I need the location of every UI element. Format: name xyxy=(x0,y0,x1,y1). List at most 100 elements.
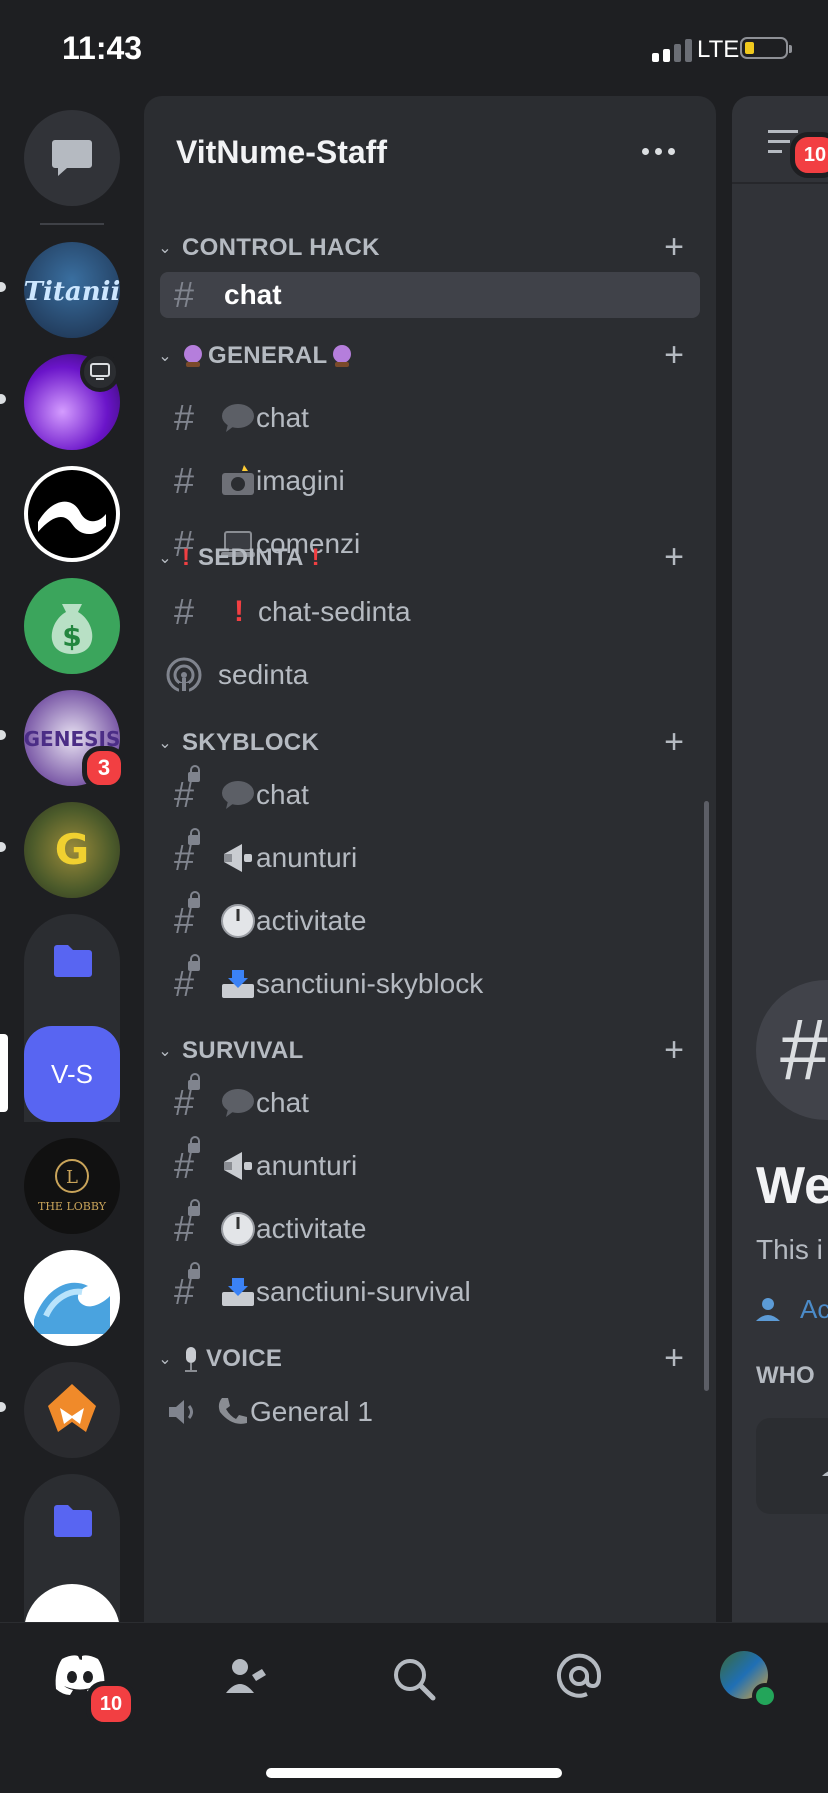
clock: 11:43 xyxy=(62,30,143,66)
server-gaming[interactable]: G xyxy=(24,802,120,898)
locked-hashtag-icon: # xyxy=(160,1136,208,1187)
private-channel-item[interactable]: # anunturi xyxy=(160,1136,700,1194)
server-pixel-wave[interactable] xyxy=(24,1250,120,1346)
speech-bubble-icon xyxy=(222,404,254,432)
channel-item[interactable]: # chat xyxy=(160,390,700,446)
add-channel-icon[interactable]: + xyxy=(654,723,694,763)
svg-text:L: L xyxy=(66,1167,78,1188)
stage-channel-item[interactable]: sedinta xyxy=(160,647,700,703)
search-tab[interactable] xyxy=(392,1657,436,1706)
members-icon xyxy=(822,1471,828,1476)
stopwatch-icon xyxy=(221,904,255,938)
category-label: GENERAL xyxy=(208,342,328,369)
private-channel-item[interactable]: # anunturi xyxy=(160,828,700,886)
more-options-icon[interactable] xyxy=(642,148,675,155)
voice-channel-item[interactable]: General 1 xyxy=(160,1384,700,1440)
private-channel-item[interactable]: # sanctiuni-survival xyxy=(160,1262,700,1320)
chat-bubble-icon xyxy=(52,140,92,176)
category-control-hack[interactable]: ⌄ CONTROL HACK + xyxy=(154,228,694,268)
megaphone-icon xyxy=(224,844,252,872)
hashtag-icon: # xyxy=(173,591,195,632)
pixel-wave-logo xyxy=(34,1282,110,1334)
add-channel-icon[interactable]: + xyxy=(654,538,694,578)
home-badge: 10 xyxy=(86,1681,136,1727)
unread-dot xyxy=(0,282,6,292)
friends-tab[interactable] xyxy=(224,1657,268,1702)
channel-name: chat xyxy=(256,1087,309,1118)
folder-icon xyxy=(52,944,94,983)
exclamation-icon: ! xyxy=(311,544,320,571)
channel-item[interactable]: # imagini xyxy=(160,453,700,509)
add-channel-icon[interactable]: + xyxy=(654,228,694,268)
header-divider xyxy=(732,182,828,184)
folder-icon xyxy=(52,1504,94,1543)
category-skyblock[interactable]: ⌄ SKYBLOCK + xyxy=(154,723,694,763)
category-survival[interactable]: ⌄ SURVIVAL + xyxy=(154,1031,694,1071)
notification-badge: 10 xyxy=(790,132,828,178)
server-titanii[interactable]: Titanii xyxy=(24,242,120,338)
channel-hashtag-icon: # xyxy=(756,980,828,1120)
category-label: SEDINTA xyxy=(198,544,304,571)
channel-chat-selected[interactable]: # chat xyxy=(160,272,700,318)
channel-name: activitate xyxy=(256,905,367,936)
add-member-icon xyxy=(756,1297,780,1321)
camera-flash-icon xyxy=(222,465,254,495)
status-bar: 11:43 LTE xyxy=(0,0,828,96)
unread-dot xyxy=(0,394,6,404)
server-vs-label: V-S xyxy=(51,1058,93,1089)
private-channel-item[interactable]: # chat xyxy=(160,765,700,823)
chat-panel-peek: 10 # We This i Ac WHO xyxy=(732,96,828,1622)
channel-name: sedinta xyxy=(218,659,309,690)
add-members-link[interactable]: Ac xyxy=(756,1294,828,1325)
server-money-bag[interactable]: $ xyxy=(24,578,120,674)
locked-hashtag-icon: # xyxy=(160,954,208,1005)
private-channel-item[interactable]: # activitate xyxy=(160,1199,700,1257)
private-channel-item[interactable]: # sanctiuni-skyblock xyxy=(160,954,700,1012)
channel-name: sanctiuni-survival xyxy=(256,1276,471,1307)
locked-hashtag-icon: # xyxy=(160,891,208,942)
add-channel-icon[interactable]: + xyxy=(654,336,694,376)
channel-name: chat xyxy=(224,279,282,310)
desktop-status-icon xyxy=(80,352,120,392)
direct-messages-button[interactable] xyxy=(24,110,120,206)
hashtag-icon: # xyxy=(173,397,195,438)
gaming-logo: G xyxy=(55,825,89,874)
svg-text:G: G xyxy=(55,825,89,874)
speech-bubble-icon xyxy=(222,1089,254,1117)
channel-name: anunturi xyxy=(256,842,358,873)
channel-name: anunturi xyxy=(256,1150,358,1181)
category-general[interactable]: ⌄ GENERAL + xyxy=(154,336,694,376)
channel-name: imagini xyxy=(256,465,345,496)
server-hawk[interactable] xyxy=(24,1362,120,1458)
server-wave-black[interactable] xyxy=(24,466,120,562)
hashtag-icon: # xyxy=(173,460,195,501)
add-channel-icon[interactable]: + xyxy=(654,1339,694,1379)
mention-badge: 3 xyxy=(82,746,126,790)
channel-item[interactable]: # ! chat-sedinta xyxy=(160,584,700,640)
server-vs[interactable]: V-S xyxy=(24,1026,120,1122)
profile-tab[interactable] xyxy=(720,1651,778,1709)
search-icon xyxy=(394,1659,436,1701)
mentions-tab[interactable] xyxy=(556,1653,602,1704)
unread-dot xyxy=(0,842,6,852)
category-sedinta-row-main[interactable]: ⌄ ! SEDINTA ! + xyxy=(154,538,694,578)
online-status-icon xyxy=(752,1683,778,1709)
add-channel-icon[interactable]: + xyxy=(654,1031,694,1071)
unread-dot xyxy=(0,730,6,740)
channel-name: sanctiuni-skyblock xyxy=(256,968,484,999)
category-voice[interactable]: ⌄ VOICE + xyxy=(154,1339,694,1379)
chevron-down-icon: ⌄ xyxy=(158,1043,172,1060)
private-channel-item[interactable]: # chat xyxy=(160,1073,700,1131)
member-card[interactable] xyxy=(756,1418,828,1514)
server-the-lobby[interactable]: L THE LOBBY xyxy=(24,1138,120,1234)
channel-name: chat-sedinta xyxy=(258,596,411,627)
scrollbar[interactable] xyxy=(704,801,709,1391)
stage-icon xyxy=(160,656,208,694)
titanii-logo: Titanii xyxy=(24,277,120,307)
channel-name: chat xyxy=(256,402,309,433)
megaphone-icon xyxy=(224,1152,252,1180)
inbox-tray-icon xyxy=(222,1278,254,1306)
server-name[interactable]: VitNume-Staff xyxy=(176,134,387,171)
private-channel-item[interactable]: # activitate xyxy=(160,891,700,949)
friends-icon xyxy=(226,1659,266,1693)
